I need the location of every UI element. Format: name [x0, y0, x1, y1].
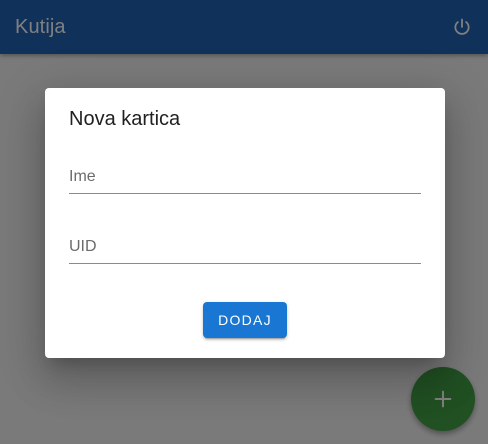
uid-input[interactable]	[69, 230, 421, 263]
app-root: Kutija Nova kartica DODAJ	[0, 0, 488, 444]
uid-field	[69, 230, 421, 264]
new-card-dialog: Nova kartica DODAJ	[45, 88, 445, 358]
name-input[interactable]	[69, 160, 421, 193]
dialog-title: Nova kartica	[69, 108, 181, 130]
name-field	[69, 160, 421, 194]
add-button[interactable]: DODAJ	[203, 302, 287, 338]
